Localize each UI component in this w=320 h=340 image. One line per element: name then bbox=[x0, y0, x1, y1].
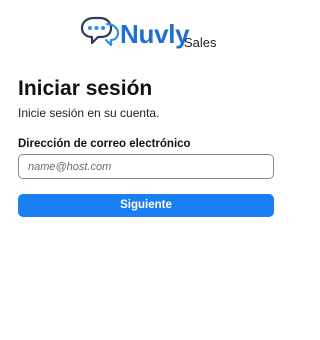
chat-bubbles-logo-icon bbox=[80, 16, 120, 47]
next-button[interactable]: Siguiente bbox=[18, 194, 274, 217]
brand-logo: Nuvly Sales bbox=[80, 14, 220, 54]
brand-name: Nuvly bbox=[120, 19, 190, 49]
page-title: Iniciar sesión bbox=[18, 77, 153, 100]
brand-product: Sales bbox=[184, 35, 217, 50]
brand-name-rest: uvly bbox=[138, 19, 190, 49]
email-field[interactable] bbox=[18, 154, 274, 179]
brand-name-first: N bbox=[120, 19, 139, 49]
email-field-label: Dirección de correo electrónico bbox=[18, 138, 191, 150]
page-subtitle: Inicie sesión en su cuenta. bbox=[18, 106, 160, 120]
